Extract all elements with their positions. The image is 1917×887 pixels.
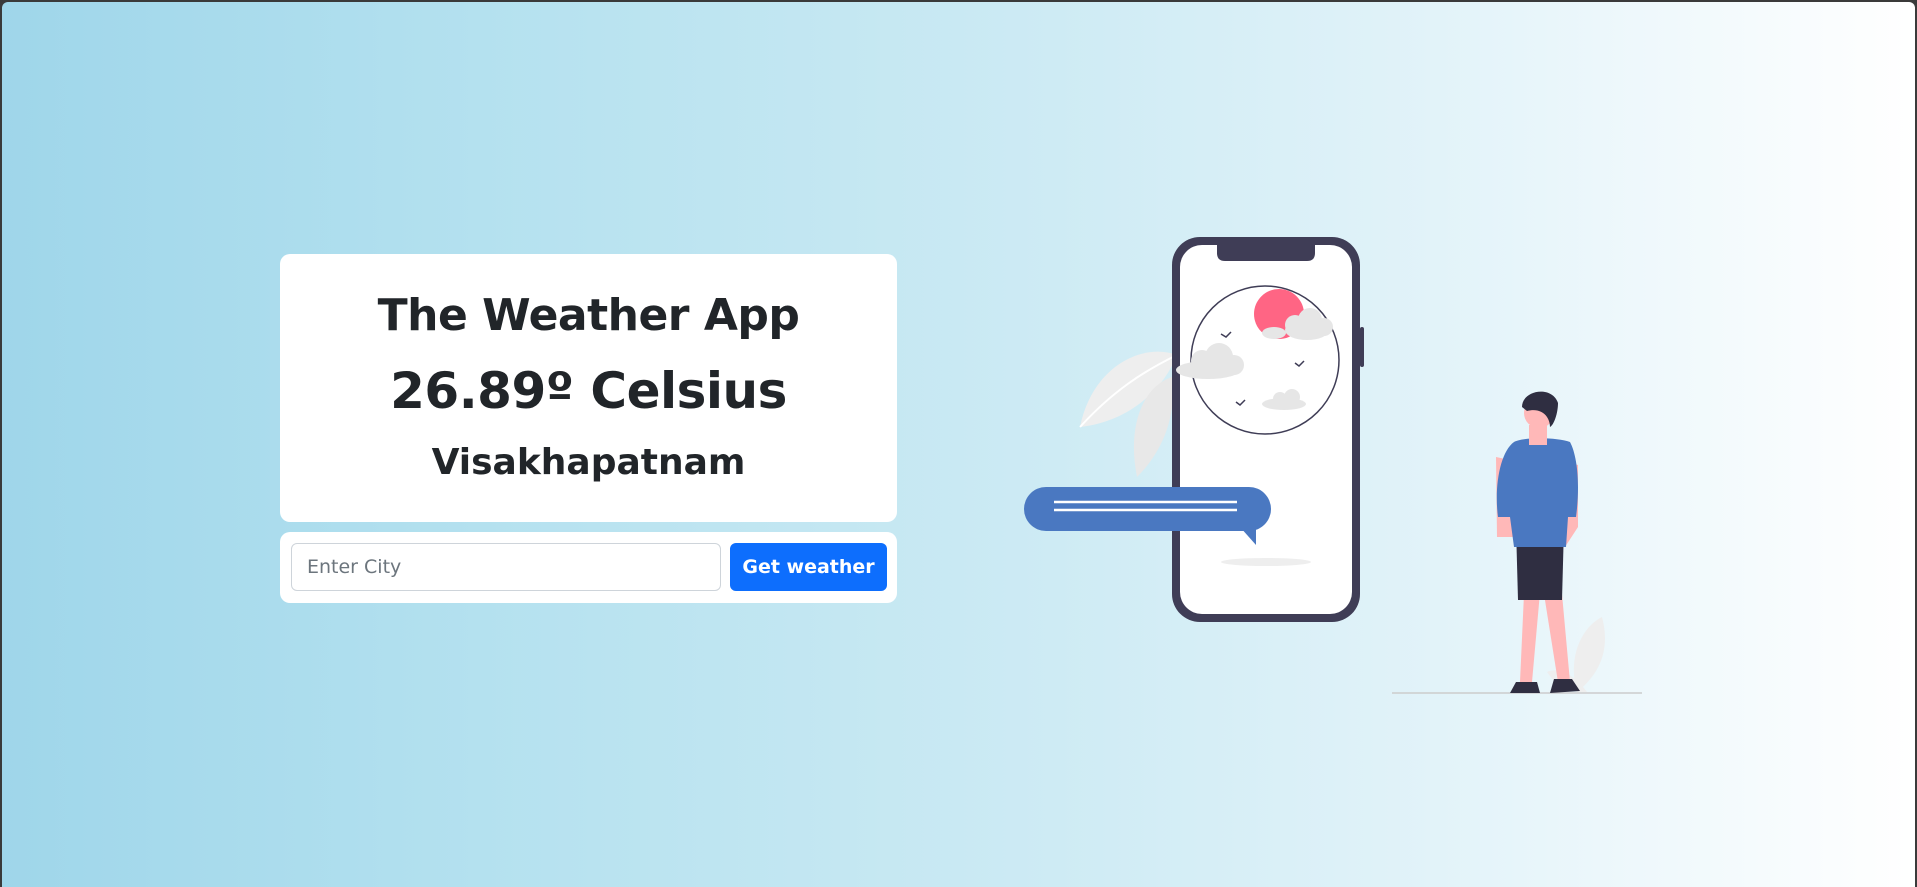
weather-illustration [1024,237,1642,694]
temperature-display: 26.89º Celsius [390,362,787,420]
person-icon [1496,391,1580,693]
app-title: The Weather App [377,290,800,341]
city-input[interactable] [291,543,721,591]
weather-card: The Weather App 26.89º Celsius Visakhapa… [280,254,897,522]
city-name: Visakhapatnam [431,442,746,483]
leaf-icon [1079,351,1178,477]
app-window: The Weather App 26.89º Celsius Visakhapa… [2,2,1915,887]
get-weather-button[interactable]: Get weather [730,543,887,591]
search-form: Get weather [280,532,897,603]
